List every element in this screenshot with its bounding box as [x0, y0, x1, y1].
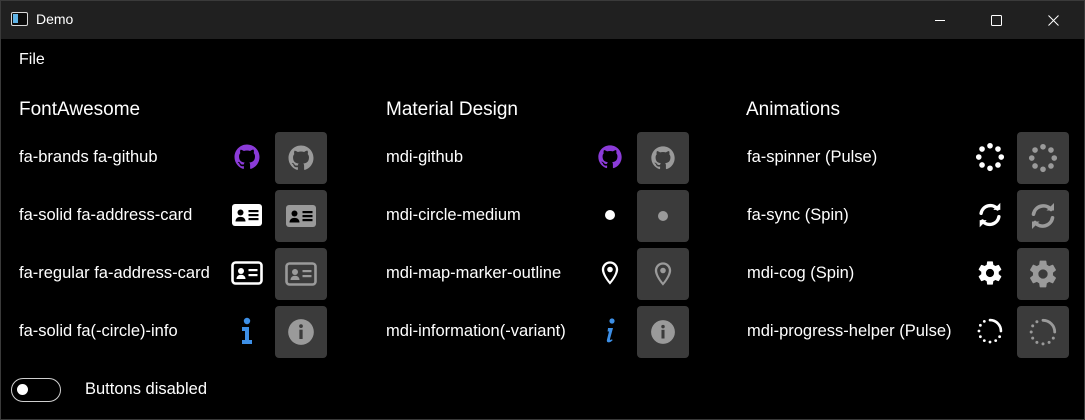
spinner-icon [974, 141, 1006, 173]
maximize-button[interactable] [970, 1, 1022, 39]
minimize-button[interactable] [914, 1, 966, 39]
spinner-icon [1028, 143, 1058, 173]
row-label: fa-sync (Spin) [747, 206, 849, 224]
close-button[interactable] [1027, 1, 1079, 39]
row-label: mdi-information(-variant) [386, 322, 566, 340]
row-label: fa-regular fa-address-card [19, 264, 210, 282]
circle-medium-icon [651, 204, 675, 228]
progress-helper-button[interactable] [1017, 306, 1069, 358]
github-icon [286, 143, 316, 173]
address-card-solid-button[interactable] [275, 190, 327, 242]
minimize-icon [935, 20, 945, 21]
sync-button[interactable] [1017, 190, 1069, 242]
row-label: fa-brands fa-github [19, 148, 158, 166]
window-title: Demo [36, 11, 74, 27]
circle-medium-button[interactable] [637, 190, 689, 242]
row-label: mdi-map-marker-outline [386, 264, 562, 282]
row-label: mdi-circle-medium [386, 206, 521, 224]
cog-icon [1027, 258, 1059, 290]
app-window: Demo File FontAwesome fa-brands fa-githu… [0, 0, 1085, 420]
map-marker-outline-icon [649, 260, 677, 288]
row-label: mdi-cog (Spin) [747, 264, 855, 282]
address-card-solid-icon [285, 204, 317, 228]
close-icon [1047, 14, 1059, 26]
buttons-disabled-toggle[interactable] [11, 378, 61, 402]
maximize-icon [990, 14, 1002, 26]
toggle-label: Buttons disabled [85, 380, 208, 398]
material-design-header: Material Design [386, 99, 518, 120]
fontawesome-header: FontAwesome [19, 99, 141, 120]
menu-bar: File [1, 41, 1084, 77]
address-card-solid-icon [231, 199, 263, 231]
info-icon [231, 315, 263, 347]
github-icon [649, 144, 677, 172]
map-marker-outline-button[interactable] [637, 248, 689, 300]
sync-icon [1027, 200, 1059, 232]
map-marker-outline-icon [594, 257, 626, 289]
cog-icon [974, 257, 1006, 289]
github-button[interactable] [275, 132, 327, 184]
information-icon [650, 319, 676, 345]
row-label: fa-solid fa-address-card [19, 206, 193, 224]
information-variant-icon [594, 315, 626, 347]
row-label: fa-solid fa(-circle)-info [19, 322, 178, 340]
app-icon [11, 12, 28, 26]
animations-header: Animations [746, 99, 840, 120]
progress-helper-icon [974, 315, 1006, 347]
address-card-regular-icon [285, 262, 317, 286]
progress-helper-icon [1028, 317, 1058, 347]
title-bar[interactable]: Demo [1, 1, 1084, 39]
address-card-regular-button[interactable] [275, 248, 327, 300]
info-circle-icon [287, 318, 315, 346]
info-circle-button[interactable] [275, 306, 327, 358]
row-label: mdi-progress-helper (Pulse) [747, 322, 952, 340]
spinner-button[interactable] [1017, 132, 1069, 184]
github-icon [231, 141, 263, 173]
information-button[interactable] [637, 306, 689, 358]
mdi-github-button[interactable] [637, 132, 689, 184]
menu-file[interactable]: File [19, 51, 45, 69]
row-label: mdi-github [386, 148, 464, 166]
sync-icon [974, 199, 1006, 231]
row-label: fa-spinner (Pulse) [747, 148, 878, 166]
toggle-knob [17, 384, 28, 395]
circle-medium-icon [594, 199, 626, 231]
address-card-regular-icon [231, 257, 263, 289]
github-icon [594, 141, 626, 173]
cog-button[interactable] [1017, 248, 1069, 300]
